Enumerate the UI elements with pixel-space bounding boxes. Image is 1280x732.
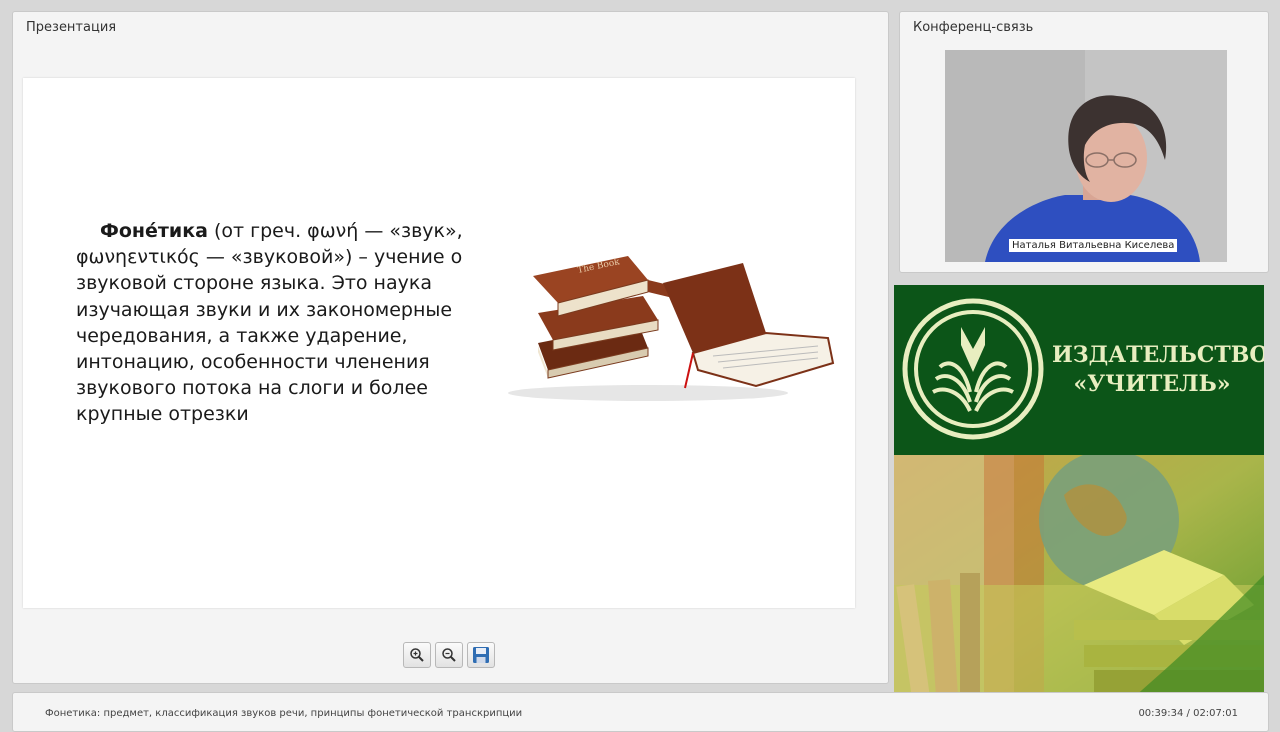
webcam-video: Наталья Витальевна Киселева <box>945 50 1227 262</box>
publisher-name: ИЗДАТЕЛЬСТВО «УЧИТЕЛЬ» <box>1052 341 1264 399</box>
speaker-video-frame <box>945 50 1227 262</box>
speaker-name-label: Наталья Витальевна Киселева <box>1009 239 1178 252</box>
book-stack-icon: The Book <box>533 256 673 379</box>
slide-text: Фоне́тика (от греч. φωνή — «звук», φωνηε… <box>76 218 476 428</box>
zoom-out-button[interactable] <box>435 642 463 668</box>
zoom-out-icon <box>442 648 456 662</box>
presentation-title: Презентация <box>26 20 117 35</box>
presentation-panel: Презентация Фоне́тика (от греч. φωνή — «… <box>12 11 889 684</box>
publisher-name-line2: «УЧИТЕЛЬ» <box>1073 371 1231 397</box>
publisher-name-line1: ИЗДАТЕЛЬСТВО <box>1052 342 1264 368</box>
slide-definition: (от греч. φωνή — «звук», φωνηεντικός — «… <box>76 220 463 426</box>
books-illustration: The Book <box>508 256 835 401</box>
footer-bar: Фонетика: предмет, классификация звуков … <box>12 692 1269 732</box>
save-button[interactable] <box>467 642 495 668</box>
open-book-icon <box>663 263 835 389</box>
save-icon <box>473 647 489 663</box>
zoom-in-button[interactable] <box>403 642 431 668</box>
globe-books-image <box>894 450 1264 697</box>
publisher-banner: ИЗДАТЕЛЬСТВО «УЧИТЕЛЬ» <box>894 285 1264 697</box>
slide: Фоне́тика (от греч. φωνή — «звук», φωνηε… <box>23 78 855 608</box>
conference-panel: Конференц-связь Наталья Витальевна Кисел… <box>899 11 1269 273</box>
timecode: 00:39:34 / 02:07:01 <box>1138 708 1238 719</box>
publisher-image <box>894 450 1264 697</box>
publisher-logo-icon <box>902 298 1044 440</box>
zoom-in-icon <box>410 648 424 662</box>
zoom-toolbar <box>403 642 495 668</box>
publisher-header: ИЗДАТЕЛЬСТВО «УЧИТЕЛЬ» <box>894 285 1264 455</box>
slide-term: Фоне́тика <box>100 220 208 242</box>
conference-title: Конференц-связь <box>913 20 1034 35</box>
lesson-title: Фонетика: предмет, классификация звуков … <box>45 708 523 719</box>
